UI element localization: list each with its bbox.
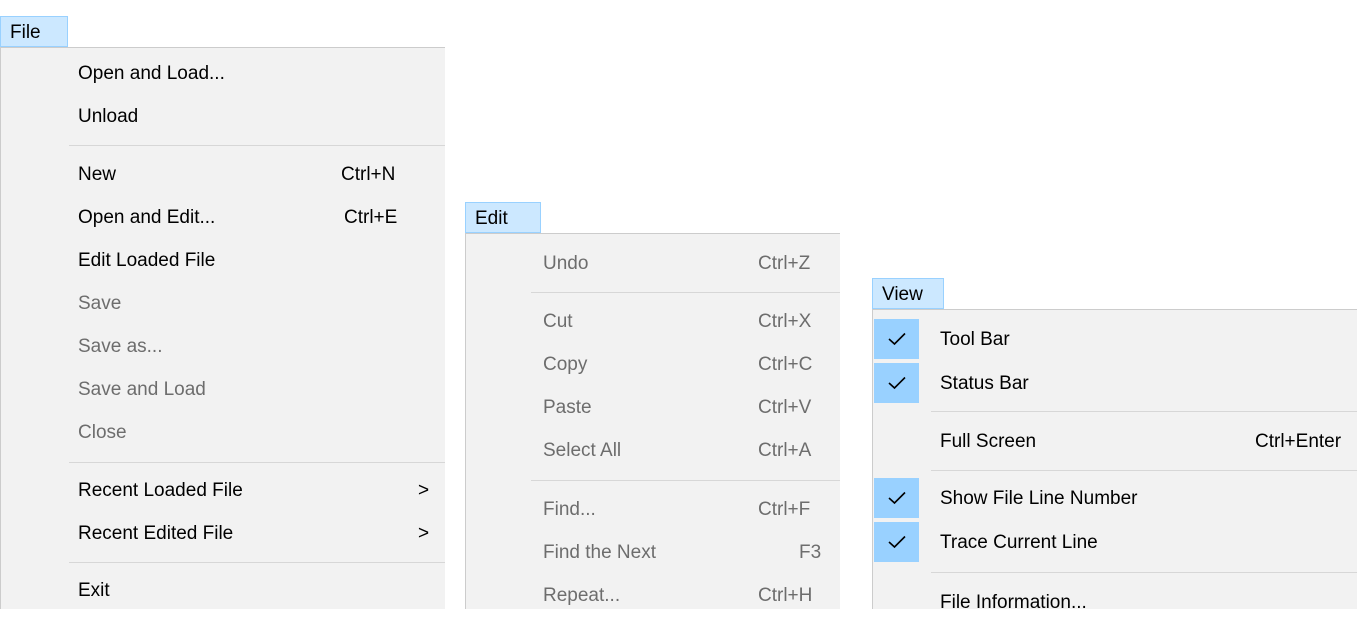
menu-item-label: Status Bar [940,373,1029,394]
menu-item-label: Recent Loaded File [78,480,243,501]
menu-item-label: Show File Line Number [940,488,1138,509]
file-menu: Open and Load... Unload New Ctrl+N Open … [0,47,445,609]
menu-item-find[interactable]: Find... Ctrl+F [466,488,840,531]
menu-item-shortcut: Ctrl+H [758,585,813,606]
separator [931,572,1357,573]
menu-item-open-and-load[interactable]: Open and Load... [1,52,445,95]
menu-item-label: Edit Loaded File [78,250,216,271]
separator [931,411,1357,412]
menu-item-copy[interactable]: Copy Ctrl+C [466,343,840,386]
menu-item-shortcut: Ctrl+Z [758,253,811,274]
menu-item-shortcut: Ctrl+F [758,499,811,520]
menu-item-label: Close [78,422,127,443]
menu-item-label: Open and Edit... [78,207,216,228]
menu-item-recent-edited-file[interactable]: Recent Edited File > [1,512,445,555]
view-menu: Tool Bar Status Bar Full Screen Ctrl+Ent… [872,309,1357,613]
menu-title-edit[interactable]: Edit [465,202,541,233]
menu-item-label: Save and Load [78,379,206,400]
menu-item-shortcut: Ctrl+A [758,440,812,461]
separator [69,145,445,146]
menu-title-file[interactable]: File [0,16,68,47]
menu-item-label: Copy [543,354,588,375]
menu-item-recent-loaded-file[interactable]: Recent Loaded File > [1,469,445,512]
menu-item-label: Paste [543,397,592,418]
menu-item-label: Open and Load... [78,63,225,84]
menu-item-shortcut: Ctrl+E [344,207,398,228]
menu-item-undo[interactable]: Undo Ctrl+Z [466,242,840,285]
edit-menu: Undo Ctrl+Z Cut Ctrl+X Copy Ctrl+C Paste… [465,233,840,609]
separator [69,462,445,463]
menu-item-find-the-next[interactable]: Find the Next F3 [466,531,840,574]
menu-item-open-and-edit[interactable]: Open and Edit... Ctrl+E [1,196,445,239]
menu-item-save-and-load[interactable]: Save and Load [1,368,445,411]
menu-title-view[interactable]: View [872,278,944,309]
menu-item-tool-bar[interactable]: Tool Bar [873,318,1357,361]
menu-item-label: Find... [543,499,596,520]
menu-item-label: New [78,164,117,185]
menu-item-close[interactable]: Close [1,411,445,454]
menu-item-file-information[interactable]: File Information... [873,581,1357,624]
menu-item-edit-loaded-file[interactable]: Edit Loaded File [1,239,445,282]
menu-item-label: Exit [78,580,110,601]
menu-item-shortcut: Ctrl+V [758,397,812,418]
check-icon [874,319,919,359]
menu-item-label: Trace Current Line [940,532,1098,553]
menu-item-exit[interactable]: Exit [1,569,445,612]
menu-item-label: Tool Bar [940,329,1010,350]
separator [931,470,1357,471]
menu-item-cut[interactable]: Cut Ctrl+X [466,300,840,343]
check-icon [874,478,919,518]
menu-item-label: Select All [543,440,622,461]
menu-item-label: Undo [543,253,589,274]
menu-item-label: Save as... [78,336,163,357]
menu-item-label: Recent Edited File [78,523,234,544]
menu-item-label: Full Screen [940,431,1037,452]
menu-item-label: Unload [78,106,139,127]
menu-item-trace-current-line[interactable]: Trace Current Line [873,521,1357,564]
menu-item-show-file-line-number[interactable]: Show File Line Number [873,477,1357,520]
menu-item-label: File Information... [940,592,1087,613]
menu-item-shortcut: Ctrl+Enter [1255,431,1342,452]
menu-item-shortcut: Ctrl+N [341,164,396,185]
check-icon [874,363,919,403]
menu-item-unload[interactable]: Unload [1,95,445,138]
menu-item-label: Save [78,293,122,314]
menu-item-shortcut: F3 [799,542,822,563]
menu-item-save[interactable]: Save [1,282,445,325]
menu-item-save-as[interactable]: Save as... [1,325,445,368]
menu-item-paste[interactable]: Paste Ctrl+V [466,386,840,429]
separator [531,480,840,481]
menu-item-shortcut: Ctrl+C [758,354,813,375]
menu-item-status-bar[interactable]: Status Bar [873,362,1357,405]
submenu-arrow-icon: > [418,480,430,501]
separator [69,562,445,563]
menu-item-shortcut: Ctrl+X [758,311,812,332]
menu-item-full-screen[interactable]: Full Screen Ctrl+Enter [873,420,1357,463]
menu-item-label: Cut [543,311,573,332]
menu-item-select-all[interactable]: Select All Ctrl+A [466,429,840,472]
check-icon [874,522,919,562]
submenu-arrow-icon: > [418,523,430,544]
menu-item-repeat[interactable]: Repeat... Ctrl+H [466,574,840,617]
menu-item-label: Find the Next [543,542,656,563]
separator [531,292,840,293]
menu-item-label: Repeat... [543,585,621,606]
menu-item-new[interactable]: New Ctrl+N [1,153,445,196]
